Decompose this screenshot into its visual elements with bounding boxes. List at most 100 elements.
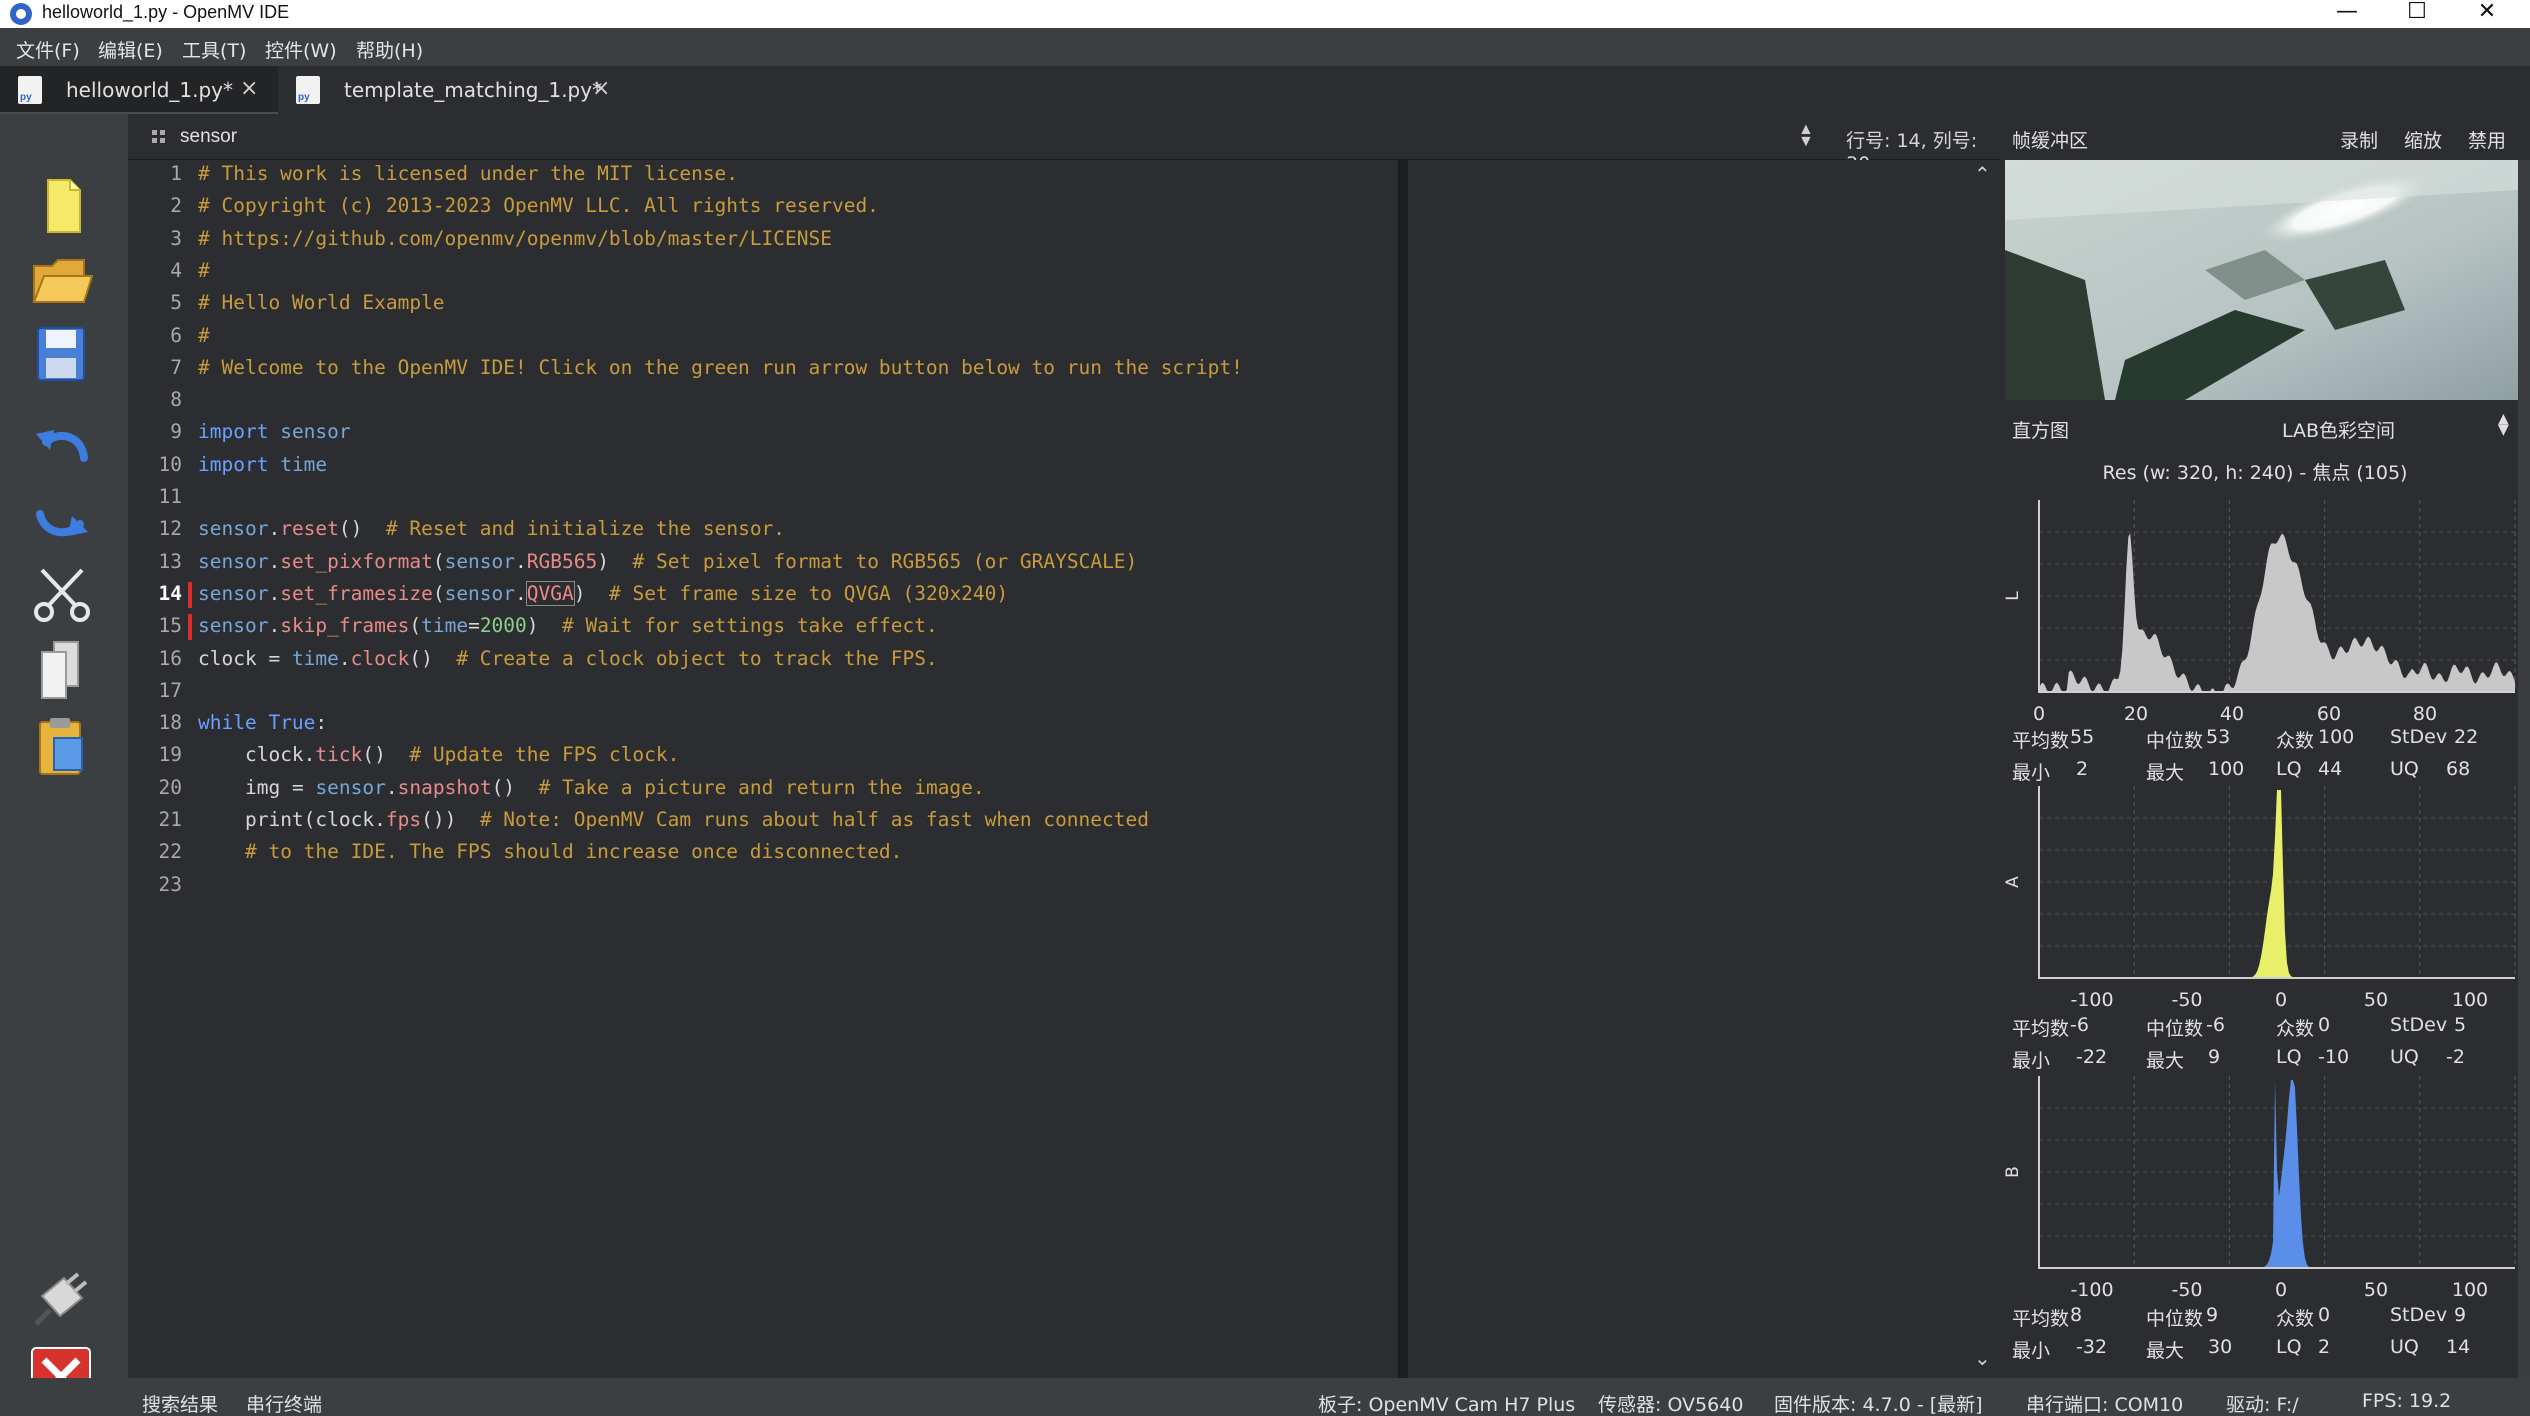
- symbol-selector[interactable]: sensor: [180, 126, 237, 148]
- editor-scrollbar[interactable]: ⌃ ⌄: [1968, 160, 2000, 1378]
- code-line[interactable]: 21 print(clock.fps()) # Note: OpenMV Cam…: [128, 808, 1398, 834]
- connect-icon: [34, 1272, 88, 1326]
- code-line[interactable]: 16 clock = time.clock() # Create a clock …: [128, 647, 1398, 673]
- tab-template-matching[interactable]: template_matching_1.py* ×: [278, 66, 628, 114]
- tick-label: -50: [2171, 1279, 2202, 1301]
- code-text: sensor.set_pixformat(sensor.RGB565) # Se…: [198, 549, 1138, 573]
- firmware-info[interactable]: 固件版本: 4.7.0 - [最新]: [1774, 1390, 1983, 1416]
- line-number: 14: [158, 581, 182, 605]
- tick-label: 100: [2452, 1279, 2488, 1301]
- tick-label: -100: [2070, 1279, 2113, 1301]
- left-toolbar: [0, 114, 128, 1416]
- code-line[interactable]: 8: [128, 388, 1398, 414]
- code-editor[interactable]: 1 # This work is licensed under the MIT l…: [128, 160, 2000, 1378]
- search-results-tab[interactable]: 搜索结果: [142, 1390, 218, 1416]
- connect-button[interactable]: [28, 1266, 96, 1330]
- code-line[interactable]: 15 sensor.skip_frames(time=2000) # Wait f…: [128, 614, 1398, 641]
- zoom-button[interactable]: 缩放: [2404, 126, 2442, 153]
- code-line[interactable]: 5 # Hello World Example: [128, 291, 1398, 317]
- code-area[interactable]: 1 # This work is licensed under the MIT l…: [128, 160, 1398, 1378]
- disable-button[interactable]: 禁用: [2468, 126, 2506, 153]
- new-file-button[interactable]: [28, 174, 96, 238]
- stat-stdev-label: StDev: [2390, 726, 2448, 748]
- open-file-button[interactable]: [28, 248, 96, 312]
- code-line[interactable]: 6 #: [128, 324, 1398, 350]
- code-line[interactable]: 18 while True:: [128, 711, 1398, 737]
- stat-lq-label: LQ: [2276, 758, 2302, 780]
- code-text: # This work is licensed under the MIT li…: [198, 162, 739, 185]
- tick-label: 40: [2220, 703, 2244, 725]
- stat-max-label: 最大: [2146, 762, 2185, 784]
- camera-frame-image: [2005, 160, 2518, 400]
- code-line[interactable]: 1 # This work is licensed under the MIT l…: [128, 162, 1398, 188]
- menu-edit[interactable]: 编辑(E): [98, 36, 163, 63]
- histogram-area: [2039, 790, 2515, 978]
- menu-help[interactable]: 帮助(H): [356, 36, 423, 63]
- record-button[interactable]: 录制: [2340, 126, 2378, 153]
- board-info: 板子: OpenMV Cam H7 Plus: [1318, 1394, 1576, 1416]
- editor-divider: [1398, 160, 1408, 1378]
- save-button[interactable]: [28, 322, 96, 386]
- stat-median: 53: [2206, 726, 2231, 748]
- undo-button[interactable]: [28, 414, 96, 478]
- stat-mean-label: 平均数: [2012, 1308, 2070, 1330]
- stat-max: 100: [2208, 758, 2245, 780]
- panel-scrollbar[interactable]: [2518, 160, 2530, 1378]
- code-line[interactable]: 7 # Welcome to the OpenMV IDE! Click on t…: [128, 356, 1398, 382]
- menu-file[interactable]: 文件(F): [16, 36, 80, 63]
- histogram-area: [2039, 1080, 2515, 1268]
- code-line[interactable]: 19 clock.tick() # Update the FPS clock.: [128, 743, 1398, 769]
- code-text: # Welcome to the OpenMV IDE! Click on th…: [198, 355, 1243, 379]
- code-line[interactable]: 9 import sensor: [128, 420, 1398, 446]
- code-line[interactable]: 3 # https://github.com/openmv/openmv/blob…: [128, 227, 1398, 253]
- framebuffer-header: 帧缓冲区 录制 缩放 禁用: [2000, 114, 2530, 160]
- code-line[interactable]: 17: [128, 679, 1398, 705]
- code-line[interactable]: 2 # Copyright (c) 2013-2023 OpenMV LLC. A…: [128, 194, 1398, 220]
- code-line[interactable]: 20 img = sensor.snapshot() # Take a pict…: [128, 776, 1398, 802]
- redo-button[interactable]: [28, 488, 96, 552]
- line-number: 1: [170, 162, 182, 185]
- tab-helloworld[interactable]: helloworld_1.py* ×: [0, 66, 278, 114]
- scroll-down-icon[interactable]: ⌄: [1974, 1346, 1991, 1370]
- serial-terminal-tab[interactable]: 串行终端: [246, 1390, 322, 1416]
- framebuffer-image: [2005, 160, 2518, 400]
- copy-button[interactable]: [28, 638, 96, 702]
- code-text: sensor.skip_frames(time=2000) # Wait for…: [198, 614, 938, 638]
- line-number: 21: [158, 808, 182, 831]
- tab-close-button[interactable]: ×: [240, 76, 258, 101]
- close-window-button[interactable]: ✕: [2452, 0, 2522, 28]
- symbol-dropdown-arrows-icon[interactable]: ▲ ▼: [1798, 122, 1814, 150]
- code-line[interactable]: 10 import time: [128, 453, 1398, 479]
- menu-widgets[interactable]: 控件(W): [265, 36, 337, 63]
- code-line[interactable]: 23: [128, 873, 1398, 899]
- menu-tools[interactable]: 工具(T): [182, 36, 246, 63]
- menu-bar: 文件(F) 编辑(E) 工具(T) 控件(W) 帮助(H): [0, 28, 2530, 66]
- code-line[interactable]: 11: [128, 485, 1398, 511]
- code-text: import time: [198, 452, 328, 476]
- tick-label: 50: [2364, 989, 2388, 1011]
- code-line[interactable]: 12 sensor.reset() # Reset and initialize …: [128, 517, 1398, 543]
- code-line[interactable]: 22 # to the IDE. The FPS should increase…: [128, 840, 1398, 866]
- editor-empty-area[interactable]: [1408, 160, 1968, 1378]
- code-line[interactable]: 13 sensor.set_pixformat(sensor.RGB565) # …: [128, 550, 1398, 576]
- stat-stdev: 9: [2454, 1304, 2467, 1326]
- cut-button[interactable]: [28, 562, 96, 626]
- colorspace-select[interactable]: LAB色彩空间: [2282, 416, 2395, 443]
- histogram-header: 直方图 LAB色彩空间 ▲ ▼: [2000, 406, 2530, 448]
- histogram-l-channel: L 0 20 40 60 80: [2003, 500, 2516, 725]
- maximize-button[interactable]: ☐: [2382, 0, 2452, 28]
- colorspace-dropdown-icon[interactable]: ▲ ▼: [2498, 412, 2509, 437]
- code-line[interactable]: 14 sensor.set_framesize(sensor.QVGA) # Se…: [128, 580, 1398, 608]
- tick-label: 60: [2317, 703, 2341, 725]
- copy-icon: [41, 641, 79, 699]
- paste-button[interactable]: [28, 714, 96, 778]
- status-bar: 搜索结果 串行终端 板子: OpenMV Cam H7 Plus 传感器: OV…: [0, 1378, 2530, 1416]
- stat-uq-label: UQ: [2390, 1336, 2419, 1358]
- stat-uq-label: UQ: [2390, 1046, 2419, 1068]
- code-line[interactable]: 4 #: [128, 259, 1398, 285]
- tab-close-button[interactable]: ×: [592, 76, 610, 101]
- histogram-a-channel: A -100 -50 0 50 100: [2003, 786, 2516, 1011]
- scroll-up-icon[interactable]: ⌃: [1974, 162, 1991, 186]
- minimize-button[interactable]: —: [2312, 0, 2382, 28]
- drag-handle-icon[interactable]: [150, 128, 168, 146]
